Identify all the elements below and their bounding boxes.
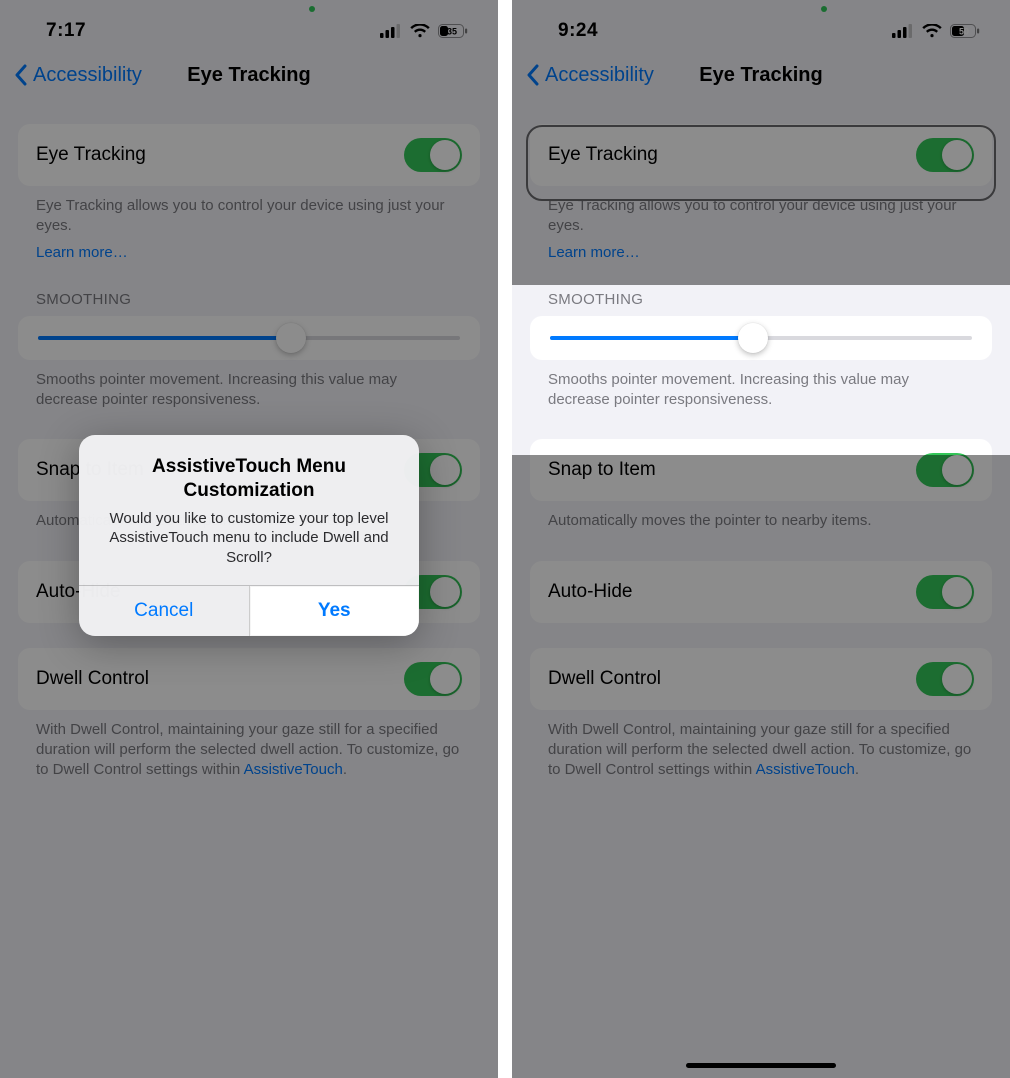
alert-message: Would you like to customize your top lev…: [101, 509, 397, 568]
home-indicator[interactable]: [686, 1063, 836, 1068]
alert-cancel-button[interactable]: Cancel: [79, 586, 249, 636]
dim-region-upper: [512, 0, 1010, 285]
alert-title: AssistiveTouch Menu Customization: [101, 455, 397, 503]
alert-dialog: AssistiveTouch Menu Customization Would …: [79, 435, 419, 636]
smoothing-slider[interactable]: [550, 336, 972, 340]
smoothing-slider-cell: [530, 316, 992, 360]
phone-left: 7:17 35 Accessibility Eye Tracking: [0, 0, 498, 1078]
smoothing-desc: Smooths pointer movement. Increasing thi…: [530, 360, 992, 415]
dim-region-lower: [512, 455, 1010, 1078]
alert-confirm-button[interactable]: Yes: [249, 586, 420, 636]
phone-right: 9:24 50 Accessibility Eye Tracking: [512, 0, 1010, 1078]
slider-fill: [550, 336, 753, 340]
slider-thumb-icon[interactable]: [738, 323, 768, 353]
